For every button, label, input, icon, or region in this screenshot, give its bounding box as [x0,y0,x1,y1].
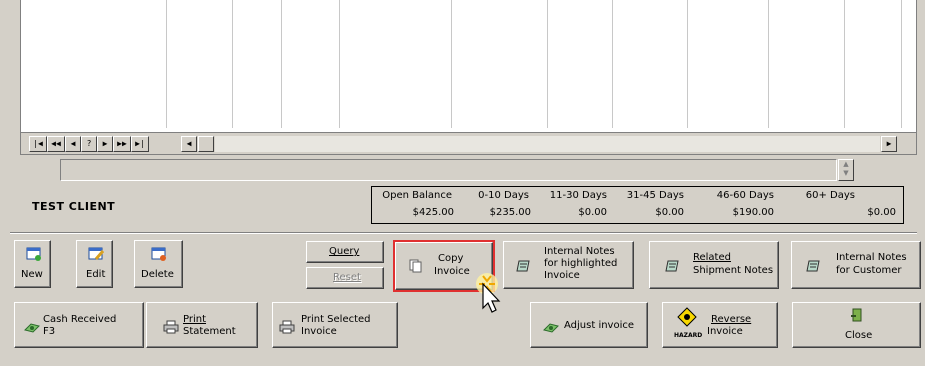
adjust-invoice-button[interactable]: Adjust invoice [530,302,648,348]
grid-column-divider [612,0,613,128]
delete-button[interactable]: Delete [134,240,183,288]
internal-notes-invoice-line3: Invoice [544,270,580,281]
aging-header: 46-60 Days [716,190,774,201]
scroll-right-button[interactable]: ▶ [881,136,897,152]
grid-column-divider [547,0,548,128]
next-record-button[interactable]: ▶ [97,136,113,152]
hazard-label: HAZARD [674,332,703,339]
reverse-invoice-line1: Reverse [711,314,752,325]
aging-value: $0.00 [867,207,896,218]
detail-field[interactable] [60,159,837,181]
grid-column-divider [451,0,452,128]
printer-icon [279,320,295,334]
close-button-label: Close [845,330,873,341]
cash-received-button[interactable]: Cash Received F3 [14,302,144,348]
spin-control[interactable]: ▲ ▼ [838,159,854,181]
internal-notes-invoice-line2: for highlighted [544,258,618,269]
reverse-invoice-button[interactable]: HAZARD Reverse Invoice [662,302,778,348]
aging-value: $235.00 [489,207,531,218]
aging-header: 60+ Days [805,190,855,201]
print-statement-line1: Print [183,314,207,325]
scroll-thumb[interactable] [198,136,214,152]
related-shipment-notes-button[interactable]: Related Shipment Notes [649,241,779,289]
cash-received-line2: F3 [43,326,56,337]
reset-button-label: Reset [333,272,361,283]
delete-document-icon [151,247,166,261]
related-shipment-notes-line1: Related [693,252,731,263]
edit-button[interactable]: Edit [76,240,113,288]
print-selected-line1: Print Selected [301,314,371,325]
related-shipment-notes-line2: Shipment Notes [693,265,774,276]
query-button-label: Query [329,246,360,257]
note-icon [516,260,530,272]
internal-notes-customer-button[interactable]: Internal Notes for Customer [791,241,921,289]
aging-value: $190.00 [732,207,774,218]
print-selected-line2: Invoice [301,326,337,337]
grid-column-divider [281,0,282,128]
query-button[interactable]: Query [306,241,384,263]
print-statement-button[interactable]: Print Statement [146,302,258,348]
aging-header: 11-30 Days [549,190,607,201]
edit-button-label: Edit [86,269,106,280]
grid-navigation-bar: |◀ ◀◀ ◀ ? ▶ ▶▶ ▶| ◀ ▶ [21,132,916,154]
printer-icon [163,320,179,334]
note-icon [665,260,679,272]
new-button-label: New [21,269,43,280]
print-statement-line2: Statement [183,326,236,337]
delete-button-label: Delete [141,269,174,280]
aging-header: 31-45 Days [626,190,684,201]
note-icon [806,260,820,272]
previous-record-button[interactable]: ◀ [65,136,81,152]
scroll-track[interactable] [215,136,880,152]
separator [10,232,917,234]
internal-notes-customer-line1: Internal Notes [836,252,907,263]
grid-column-divider [768,0,769,128]
aging-value: $425.00 [412,207,454,218]
edit-document-icon [88,247,104,260]
first-record-button[interactable]: |◀ [29,136,47,152]
aging-value: $0.00 [578,207,607,218]
hazard-icon [677,307,697,327]
internal-notes-invoice-button[interactable]: Internal Notes for highlighted Invoice [503,241,634,289]
aging-header: Open Balance [382,190,452,201]
money-icon [543,323,559,333]
scroll-left-button[interactable]: ◀ [181,136,197,152]
money-icon [24,323,40,333]
print-selected-invoice-button[interactable]: Print Selected Invoice [272,302,398,348]
grid-column-divider [901,0,902,128]
adjust-invoice-label: Adjust invoice [564,320,635,331]
internal-notes-customer-line2: for Customer [836,265,902,276]
aging-value: $0.00 [655,207,684,218]
grid-column-divider [339,0,340,128]
next-page-button[interactable]: ▶▶ [113,136,131,152]
reset-button[interactable]: Reset [306,267,384,289]
aging-summary: Open Balance 0-10 Days 11-30 Days 31-45 … [371,186,904,224]
new-document-icon [26,247,41,261]
grid-column-divider [232,0,233,128]
aging-header: 0-10 Days [478,190,529,201]
reverse-invoice-line2: Invoice [707,326,743,337]
client-name: TEST CLIENT [32,200,116,213]
grid-column-divider [687,0,688,128]
door-exit-icon [851,308,862,322]
cash-received-line1: Cash Received [43,314,117,325]
grid-column-divider [844,0,845,128]
invoice-grid[interactable]: |◀ ◀◀ ◀ ? ▶ ▶▶ ▶| ◀ ▶ [20,0,917,155]
previous-page-button[interactable]: ◀◀ [47,136,65,152]
last-record-button[interactable]: ▶| [131,136,149,152]
grid-column-divider [166,0,167,128]
internal-notes-invoice-line1: Internal Notes [544,246,615,257]
new-button[interactable]: New [14,240,51,288]
record-help-button[interactable]: ? [81,136,97,152]
close-button[interactable]: Close [792,302,921,348]
